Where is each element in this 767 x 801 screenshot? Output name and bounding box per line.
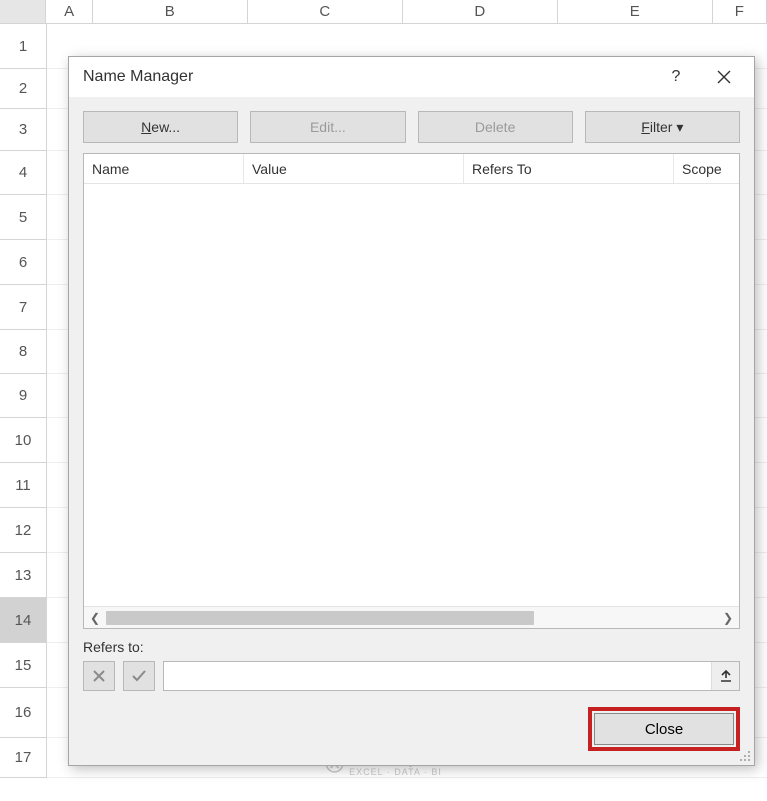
close-icon[interactable] <box>700 58 748 96</box>
close-button[interactable]: Close <box>594 713 734 745</box>
row-header-9[interactable]: 9 <box>0 374 47 418</box>
col-header-F[interactable]: F <box>713 0 767 23</box>
row-header-4[interactable]: 4 <box>0 151 47 195</box>
row-header-11[interactable]: 11 <box>0 463 47 508</box>
row-header-10[interactable]: 10 <box>0 418 47 463</box>
scroll-right-icon[interactable]: ❯ <box>717 607 739 629</box>
row-header-1[interactable]: 1 <box>0 24 47 69</box>
dialog-footer: Close <box>69 691 754 765</box>
x-icon <box>91 668 107 684</box>
name-list: Name Value Refers To Scope ❮ ❯ <box>83 153 740 629</box>
row-header-2[interactable]: 2 <box>0 69 47 109</box>
chevron-down-icon: ▾ <box>676 119 683 136</box>
refers-to-input-wrap <box>163 661 740 691</box>
row-header-13[interactable]: 13 <box>0 553 47 598</box>
dialog-title: Name Manager <box>83 68 652 86</box>
horizontal-scrollbar[interactable]: ❮ ❯ <box>84 606 739 628</box>
list-header-refers-to[interactable]: Refers To <box>464 154 674 183</box>
new-button[interactable]: New... <box>83 111 238 143</box>
select-all-corner[interactable] <box>0 0 46 23</box>
row-header-15[interactable]: 15 <box>0 643 47 688</box>
collapse-icon <box>719 669 733 683</box>
row-header-14[interactable]: 14 <box>0 598 47 643</box>
col-header-D[interactable]: D <box>403 0 558 23</box>
refers-to-label: Refers to: <box>83 639 740 655</box>
row-header-7[interactable]: 7 <box>0 285 47 330</box>
scroll-thumb[interactable] <box>106 611 534 625</box>
row-header-6[interactable]: 6 <box>0 240 47 285</box>
col-header-B[interactable]: B <box>93 0 248 23</box>
col-header-C[interactable]: C <box>248 0 403 23</box>
refers-to-section: Refers to: <box>83 639 740 691</box>
row-header-8[interactable]: 8 <box>0 330 47 374</box>
close-button-highlight: Close <box>588 707 740 751</box>
name-manager-dialog: Name Manager ? New... Edit... Delete Fil… <box>68 56 755 766</box>
check-icon <box>131 668 147 684</box>
scroll-left-icon[interactable]: ❮ <box>84 607 106 629</box>
row-header-5[interactable]: 5 <box>0 195 47 240</box>
row-header-12[interactable]: 12 <box>0 508 47 553</box>
col-header-A[interactable]: A <box>46 0 92 23</box>
accept-ref-button[interactable] <box>123 661 155 691</box>
list-header-row: Name Value Refers To Scope <box>84 154 739 184</box>
delete-button[interactable]: Delete <box>418 111 573 143</box>
refers-to-input[interactable] <box>164 662 711 690</box>
dialog-toolbar: New... Edit... Delete Filter▾ <box>69 97 754 153</box>
edit-button[interactable]: Edit... <box>250 111 405 143</box>
help-button[interactable]: ? <box>652 58 700 96</box>
dialog-titlebar[interactable]: Name Manager ? <box>69 57 754 97</box>
row-header-17[interactable]: 17 <box>0 738 47 778</box>
watermark-tagline: EXCEL · DATA · BI <box>349 767 442 777</box>
resize-grip-icon[interactable] <box>738 749 752 763</box>
row-header-16[interactable]: 16 <box>0 688 47 738</box>
list-header-value[interactable]: Value <box>244 154 464 183</box>
col-header-E[interactable]: E <box>558 0 713 23</box>
collapse-dialog-button[interactable] <box>711 662 739 690</box>
scroll-track[interactable] <box>106 609 717 627</box>
filter-button[interactable]: Filter▾ <box>585 111 740 143</box>
row-header-3[interactable]: 3 <box>0 109 47 151</box>
column-headers: A B C D E F <box>0 0 767 24</box>
cancel-ref-button[interactable] <box>83 661 115 691</box>
list-header-scope[interactable]: Scope <box>674 154 739 183</box>
list-header-name[interactable]: Name <box>84 154 244 183</box>
list-body-empty[interactable] <box>84 184 739 606</box>
